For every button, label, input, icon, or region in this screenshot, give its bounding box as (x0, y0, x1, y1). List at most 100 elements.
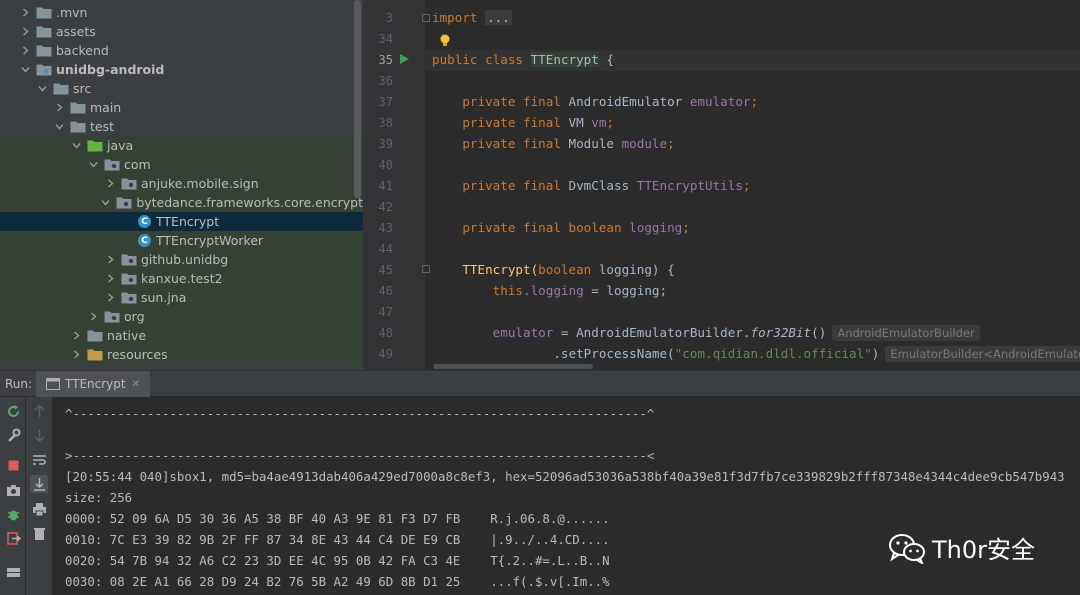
lightbulb-icon[interactable] (440, 34, 450, 48)
chevron-right-icon[interactable] (103, 272, 117, 286)
package-icon (116, 196, 132, 209)
tree-item[interactable]: assets (0, 22, 363, 41)
chevron-down-icon[interactable] (86, 158, 100, 172)
line-number: 38 (378, 116, 393, 130)
line-number: 40 (378, 158, 393, 172)
tree-item[interactable]: org (0, 307, 363, 326)
type-hint: AndroidEmulatorBuilder (832, 325, 980, 341)
folder-icon (87, 329, 103, 342)
tree-item[interactable]: java (0, 136, 363, 155)
run-toolbar-left (0, 397, 26, 595)
module-icon (36, 63, 52, 76)
exit-icon[interactable] (4, 529, 22, 547)
print-icon[interactable] (30, 500, 48, 518)
chevron-right-icon[interactable] (103, 177, 117, 191)
line-number: 42 (378, 200, 393, 214)
tree-item[interactable]: src (0, 79, 363, 98)
arrow-up-icon[interactable] (30, 402, 48, 420)
watermark: Th0r安全 (888, 530, 1035, 565)
tree-item-label: kanxue.test2 (141, 271, 223, 286)
tree-item[interactable]: sun.jna (0, 288, 363, 307)
fold-marker-icon[interactable] (422, 265, 430, 273)
tree-item[interactable]: TTEncrypt (0, 212, 363, 231)
tree-item-label: resources (107, 347, 168, 362)
code-line-39: private final Module module; (462, 136, 675, 151)
wechat-icon (889, 533, 925, 564)
tree-item[interactable]: test (0, 117, 363, 136)
chevron-right-icon[interactable] (103, 291, 117, 305)
chevron-down-icon[interactable] (35, 82, 49, 96)
code-line-41: private final DvmClass TTEncryptUtils; (462, 178, 751, 193)
run-tool-window-header: Run: TTEncrypt ✕ (0, 370, 1080, 397)
console-line: 0030: 08 2E A1 66 28 D9 24 B2 76 5B A2 4… (65, 574, 610, 589)
folder-icon (70, 120, 86, 133)
run-label: Run: (5, 377, 33, 391)
chevron-right-icon[interactable] (69, 329, 83, 343)
trash-icon[interactable] (30, 524, 48, 542)
package-icon (121, 177, 137, 190)
code-line-49: .setProcessName("com.qidian.dldl.officia… (432, 346, 1080, 362)
arrow-down-icon[interactable] (30, 426, 48, 444)
code-line-38: private final VM vm; (462, 115, 615, 130)
scroll-to-end-icon[interactable] (30, 475, 48, 493)
tree-item[interactable]: resources (0, 345, 363, 364)
run-tab-label: TTEncrypt (65, 377, 126, 391)
chevron-right-icon[interactable] (18, 6, 32, 20)
wrench-icon[interactable] (4, 426, 22, 444)
line-number: 3 (385, 11, 393, 25)
tree-item-label: backend (56, 43, 109, 58)
chevron-right-icon[interactable] (52, 101, 66, 115)
stop-icon[interactable] (4, 456, 22, 474)
chevron-down-icon[interactable] (52, 120, 66, 134)
editor-horizontal-scrollbar[interactable] (433, 364, 593, 369)
code-line-45: TTEncrypt(boolean logging) { (462, 262, 675, 277)
tree-item[interactable]: native (0, 326, 363, 345)
tree-item-label: main (90, 100, 122, 115)
tree-item[interactable]: .mvn (0, 3, 363, 22)
soft-wrap-icon[interactable] (30, 451, 48, 469)
tree-item-label: .mvn (56, 5, 88, 20)
line-number: 49 (378, 347, 393, 361)
bug-icon[interactable] (4, 505, 22, 523)
console-output[interactable]: 00F0: 00 A1 37 0D BF E0 42 80 41 77 2D 0… (52, 397, 1080, 595)
console-toolbar (26, 397, 52, 595)
folder-icon (36, 25, 52, 38)
console-line: 0010: 7C E3 39 82 9B 2F FF 87 34 8E 43 4… (65, 532, 610, 547)
code-line-46: this.logging = logging; (492, 283, 668, 298)
chevron-right-icon[interactable] (86, 310, 100, 324)
package-icon (121, 291, 137, 304)
tree-item[interactable]: bytedance.frameworks.core.encrypt (0, 193, 363, 212)
run-tab-ttencrypt[interactable]: TTEncrypt ✕ (36, 371, 150, 397)
fold-marker-icon[interactable] (422, 14, 430, 22)
chevron-down-icon[interactable] (69, 139, 83, 153)
tree-item[interactable]: kanxue.test2 (0, 269, 363, 288)
tree-scrollbar[interactable] (354, 0, 361, 198)
tree-item[interactable]: github.unidbg (0, 250, 363, 269)
code-editor[interactable]: 3 34 35 36 37 38 39 40 41 42 43 44 45 46 47 48 49 import… (363, 0, 1080, 370)
folder-icon (53, 82, 69, 95)
rerun-icon[interactable] (4, 402, 22, 420)
tree-item[interactable]: com (0, 155, 363, 174)
close-icon[interactable]: ✕ (132, 379, 140, 390)
tree-item[interactable]: TTEncryptWorker (0, 231, 363, 250)
run-gutter-icon[interactable] (400, 54, 409, 64)
chevron-right-icon[interactable] (18, 44, 32, 58)
chevron-right-icon[interactable] (69, 348, 83, 362)
tree-item[interactable]: main (0, 98, 363, 117)
tree-item[interactable]: unidbg-android (0, 60, 363, 79)
tree-item[interactable]: anjuke.mobile.sign (0, 174, 363, 193)
chevron-down-icon[interactable] (18, 63, 32, 77)
package-icon (121, 253, 137, 266)
resources-folder-icon (87, 348, 103, 361)
layout-icon[interactable] (4, 563, 22, 581)
chevron-right-icon[interactable] (103, 253, 117, 267)
tree-item-label: sun.jna (141, 290, 187, 305)
chevron-down-icon[interactable] (99, 196, 112, 210)
tree-item[interactable]: backend (0, 41, 363, 60)
camera-icon[interactable] (4, 481, 22, 499)
chevron-right-icon[interactable] (18, 25, 32, 39)
folded-imports[interactable]: ... (485, 10, 512, 25)
tree-item-label: org (124, 309, 145, 324)
package-icon (121, 272, 137, 285)
tree-item-label: TTEncrypt (156, 214, 220, 229)
